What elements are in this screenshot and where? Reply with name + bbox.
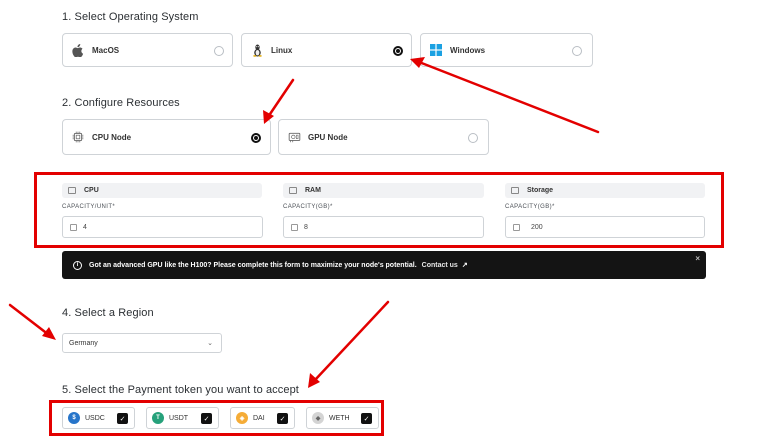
token-option-usdc[interactable]: $ USDC ✓ (62, 407, 135, 429)
ram-small-icon (289, 187, 297, 194)
ram-capacity-value: 8 (304, 223, 308, 231)
storage-field-header: Storage (505, 183, 705, 198)
os-radio-windows[interactable] (572, 46, 582, 56)
os-option-macos[interactable]: MacOS (62, 33, 233, 67)
dai-coin-icon: ◈ (236, 412, 248, 424)
resource-radio-cpu[interactable] (251, 133, 261, 143)
ram-input-icon (291, 223, 298, 231)
close-icon[interactable]: × (695, 254, 700, 263)
payment-section-title: 5. Select the Payment token you want to … (62, 384, 299, 396)
arrow-to-region-head (42, 327, 56, 340)
cpu-capacity-value: 4 (83, 223, 87, 231)
ram-field-header-label: RAM (305, 187, 321, 194)
banner-text: Got an advanced GPU like the H100? Pleas… (89, 261, 417, 269)
arrow-to-payment (313, 300, 390, 382)
usdt-coin-icon: T (152, 412, 164, 424)
linux-icon (250, 43, 264, 57)
token-checkbox-usdc[interactable]: ✓ (117, 413, 128, 424)
ram-capacity-label: CAPACITY(GB)* (283, 204, 333, 210)
token-checkbox-weth[interactable]: ✓ (361, 413, 372, 424)
gpu-icon (287, 130, 301, 144)
resource-option-gpu[interactable]: GPU Node (278, 119, 489, 155)
region-selected-value: Germany (69, 339, 98, 347)
storage-input-icon (513, 223, 520, 231)
storage-small-icon (511, 187, 519, 194)
token-checkbox-usdt[interactable]: ✓ (201, 413, 212, 424)
token-checkbox-dai[interactable]: ✓ (277, 413, 288, 424)
resource-option-label: CPU Node (92, 132, 132, 142)
os-radio-linux[interactable] (393, 46, 403, 56)
resource-option-label: GPU Node (308, 132, 348, 142)
usdc-coin-icon: $ (68, 412, 80, 424)
token-option-usdt[interactable]: T USDT ✓ (146, 407, 219, 429)
os-radio-macos[interactable] (214, 46, 224, 56)
contact-us-link[interactable]: Contact us (422, 262, 458, 269)
cpu-small-icon (68, 187, 76, 194)
os-option-label: Windows (450, 45, 486, 55)
os-option-windows[interactable]: Windows (420, 33, 593, 67)
token-label: DAI (253, 414, 265, 422)
arrow-to-payment-head (308, 373, 320, 388)
os-option-label: MacOS (92, 45, 120, 55)
storage-capacity-input[interactable]: 200 (505, 216, 705, 238)
storage-capacity-value: 200 (531, 223, 543, 231)
os-option-linux[interactable]: Linux (241, 33, 412, 67)
storage-field-header-label: Storage (527, 187, 554, 194)
token-option-dai[interactable]: ◈ DAI ✓ (230, 407, 295, 429)
os-section-title: 1. Select Operating System (62, 11, 199, 23)
cpu-field-header-label: CPU (84, 187, 99, 194)
cpu-capacity-label: CAPACITY/UNIT* (62, 204, 116, 210)
resource-radio-gpu[interactable] (468, 133, 478, 143)
cpu-field-header: CPU (62, 183, 262, 198)
region-select[interactable]: Germany ⌄ (62, 333, 222, 353)
weth-coin-icon: ◆ (312, 412, 324, 424)
apple-icon (71, 43, 85, 57)
info-icon: i (73, 260, 82, 270)
storage-capacity-label: CAPACITY(GB)* (505, 204, 555, 210)
region-section-title: 4. Select a Region (62, 307, 154, 319)
cpu-input-icon (70, 223, 77, 231)
arrow-to-cpu-node (266, 78, 295, 119)
gpu-info-banner: i Got an advanced GPU like the H100? Ple… (62, 251, 706, 279)
ram-field-header: RAM (283, 183, 484, 198)
ram-capacity-input[interactable]: 8 (283, 216, 484, 238)
os-option-label: Linux (271, 45, 293, 55)
cpu-icon (71, 130, 85, 144)
token-label: USDC (85, 414, 105, 422)
cpu-capacity-input[interactable]: 4 (62, 216, 263, 238)
token-label: WETH (329, 414, 350, 422)
chevron-down-icon: ⌄ (207, 340, 213, 347)
token-option-weth[interactable]: ◆ WETH ✓ (306, 407, 379, 429)
arrow-to-region (8, 303, 51, 337)
resources-section-title: 2. Configure Resources (62, 97, 180, 109)
external-link-icon: ↗ (461, 262, 468, 269)
token-label: USDT (169, 414, 189, 422)
resource-option-cpu[interactable]: CPU Node (62, 119, 271, 155)
windows-icon (429, 43, 443, 57)
